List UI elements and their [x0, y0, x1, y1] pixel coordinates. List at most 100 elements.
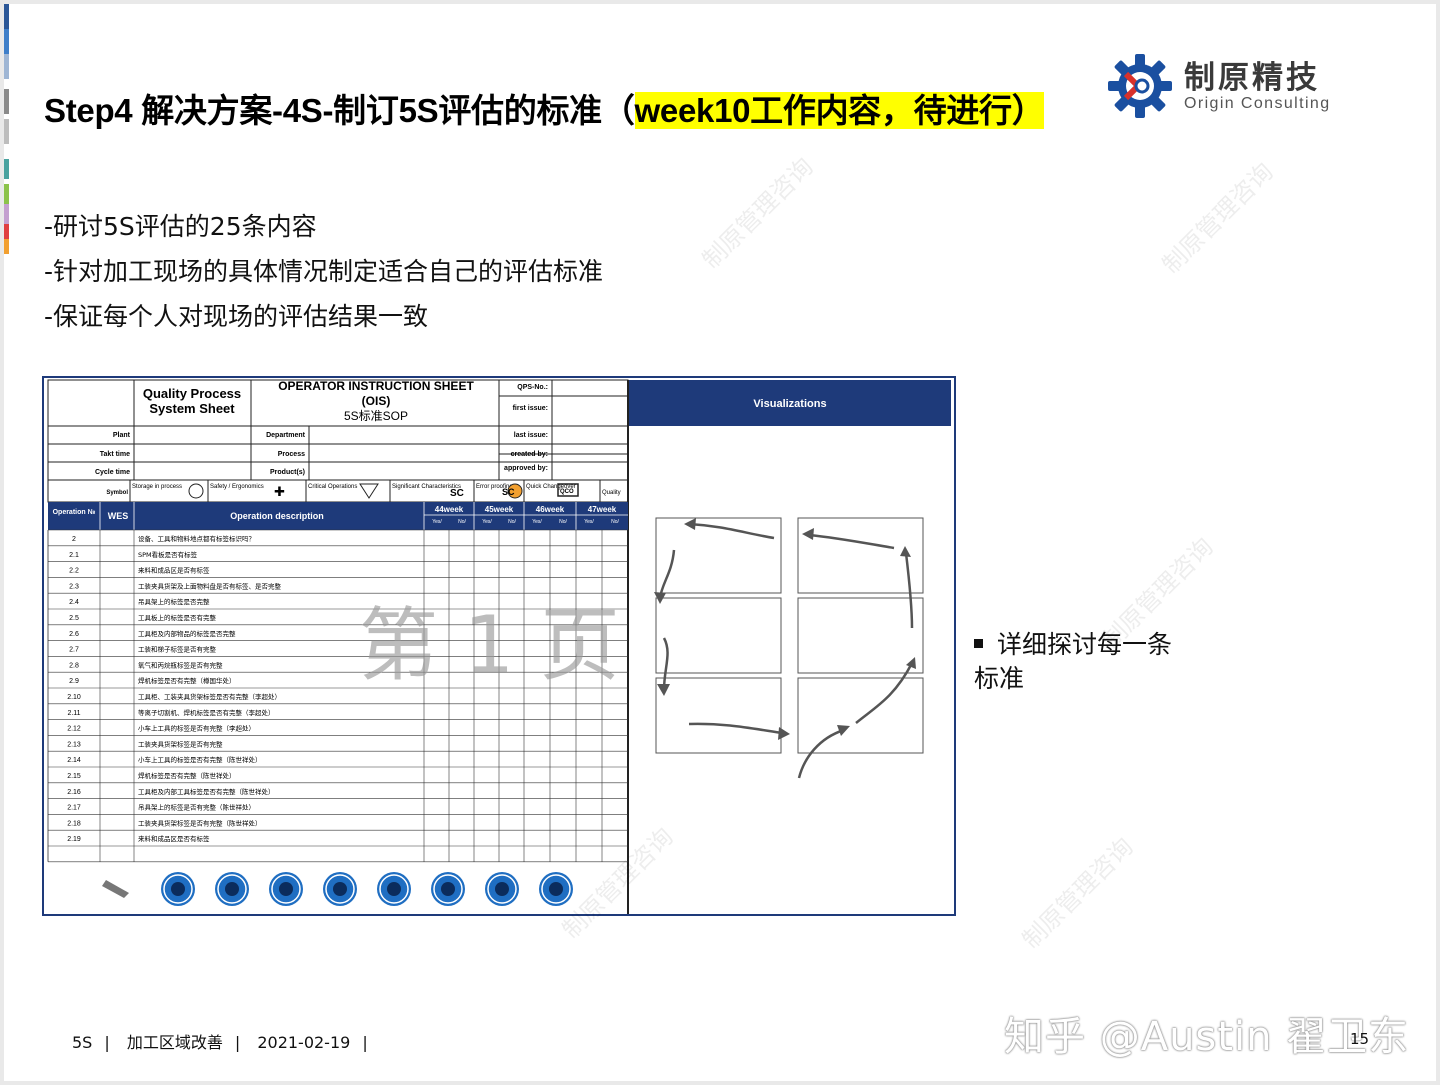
- row-number: 2: [72, 536, 76, 543]
- row-number: 2.1: [69, 552, 79, 559]
- page-mark: 第 1 页: [358, 599, 620, 692]
- row-description: 小车上工具的标签是否有完整（陈世祥处）: [138, 755, 262, 764]
- legend-critical: Critical Operations: [308, 484, 357, 490]
- row-description: 焊机标签是否有完整（樽国华处）: [138, 676, 236, 685]
- bullet-item: -保证每个人对现场的评估结果一致: [44, 302, 429, 331]
- sheet-created-by: created by:: [511, 451, 548, 458]
- edge-color-bar: [4, 204, 9, 224]
- sheet-system-sheet: System Sheet: [149, 401, 235, 416]
- edge-color-bar: [4, 29, 9, 54]
- row-description: 工装夹具货架标签是否有完整: [138, 739, 223, 748]
- edge-color-bar: [4, 159, 9, 179]
- row-number: 2.8: [69, 662, 79, 669]
- slide: Step4 解决方案-4S-制订5S评估的标准（week10工作内容，待进行） …: [4, 4, 1436, 1081]
- watermark-text: 制原管理咨询: [1016, 832, 1139, 955]
- row-number: 2.3: [69, 583, 79, 590]
- sheet-process: Process: [278, 451, 305, 458]
- mask-icon: [539, 872, 573, 906]
- footer-item: 2021-02-19: [257, 1033, 351, 1052]
- row-description: 吊具架上的标签是否有完整（陈世祥处）: [138, 803, 255, 812]
- sheet-qps-no: QPS-No.:: [517, 384, 548, 391]
- overalls-icon: [431, 872, 465, 906]
- sheet-ois-abbr: (OIS): [362, 394, 391, 408]
- col-yes: Yes/: [432, 519, 442, 525]
- row-description: 来料和成品区是否有标签: [138, 834, 210, 843]
- footer: 5S | 加工区域改善 | 2021-02-19 |: [72, 1033, 368, 1052]
- goggles-icon: [161, 872, 195, 906]
- row-number: 2.10: [67, 694, 81, 701]
- row-description: 工具柜、工装夹具货架标签是否有完整（李超处）: [138, 692, 281, 701]
- row-number: 2.9: [69, 678, 79, 685]
- row-number: 2.15: [67, 773, 81, 780]
- row-description: 工具柜及内部工具标签是否有完整（陈世祥处）: [138, 787, 275, 796]
- gloves-icon: [269, 872, 303, 906]
- edge-color-bar: [4, 4, 9, 29]
- row-description: 工具板上的标签是否有完整: [138, 613, 217, 622]
- edge-color-bar: [4, 239, 9, 254]
- col-week-47: 47week: [588, 505, 617, 514]
- col-week-46: 46week: [536, 505, 565, 514]
- row-number: 2.5: [69, 615, 79, 622]
- col-week-45: 45week: [485, 505, 514, 514]
- company-logo: 制原精技 Origin Consulting: [1104, 50, 1354, 126]
- sheet-products: Product(s): [270, 469, 305, 476]
- slide-title: Step4 解决方案-4S-制订5S评估的标准（week10工作内容，待进行）: [44, 84, 1045, 132]
- edge-color-bar: [4, 119, 9, 144]
- visualizations-title: Visualizations: [753, 398, 826, 410]
- row-description: 吊具架上的标签是否完整: [138, 597, 210, 606]
- watermark-text: 制原管理咨询: [1156, 157, 1279, 280]
- row-number: 2.19: [67, 836, 81, 843]
- logo-cn-text: 制原精技: [1184, 60, 1320, 96]
- row-number: 2.14: [67, 757, 81, 764]
- row-number: 2.12: [67, 726, 81, 733]
- sheet-approved-by: approved by:: [504, 465, 548, 472]
- ear-protection-icon: [323, 872, 357, 906]
- sheet-first-issue: first issue:: [513, 405, 548, 412]
- bullet-item: -研讨5S评估的25条内容: [44, 212, 317, 241]
- sheet-quality-process: Quality Process: [143, 386, 241, 401]
- row-description: 工具柜及内部物品的标签是否完整: [138, 629, 236, 638]
- row-description: 氧气和丙烷瓶标签是否有完整: [138, 660, 223, 669]
- row-description: SPM看板是否有标签: [138, 550, 198, 559]
- col-no: No/: [559, 519, 567, 525]
- sheet-takt: Takt time: [100, 451, 130, 458]
- row-number: 2.11: [67, 710, 80, 717]
- sheet-plant: Plant: [113, 432, 131, 439]
- col-yes: Yes/: [532, 519, 542, 525]
- col-no: No/: [508, 519, 516, 525]
- footer-item: 加工区域改善: [126, 1033, 223, 1052]
- col-week-44: 44week: [435, 505, 464, 514]
- edge-color-bar: [4, 54, 9, 79]
- sheet-last-issue: last issue:: [514, 432, 548, 439]
- row-number: 2.2: [69, 568, 79, 575]
- ois-sheet: Quality Process System Sheet OPERATOR IN…: [44, 378, 954, 914]
- title-main: Step4 解决方案-4S-制订5S评估的标准（: [44, 92, 635, 129]
- boots-icon: [215, 872, 249, 906]
- row-number: 2.16: [67, 789, 81, 796]
- row-description: 来料和成品区是否有标签: [138, 566, 210, 575]
- ppe-icon-row: [102, 872, 573, 906]
- col-yes: Yes/: [584, 519, 594, 525]
- title-highlight: week10工作内容，待进行）: [634, 92, 1045, 129]
- row-number: 2.18: [67, 820, 81, 827]
- bullet-list: -研讨5S评估的25条内容 -针对加工现场的具体情况制定适合自己的评估标准 -保…: [44, 204, 603, 339]
- footer-item: 5S: [72, 1033, 93, 1052]
- sheet-symbol: Symbol: [106, 490, 128, 496]
- bullet-square-icon: [974, 638, 983, 648]
- row-description: 小车上工具的标签是否有完整（李超处）: [138, 724, 255, 733]
- row-description: 工装夹具货架标签是否有完整（陈世祥处）: [138, 818, 262, 827]
- gear-icon: [1108, 54, 1172, 118]
- row-number: 2.13: [67, 741, 81, 748]
- side-note: 详细探讨每一条标准: [974, 628, 1174, 696]
- row-number: 2.6: [69, 631, 79, 638]
- page-number: 15: [1350, 1030, 1370, 1048]
- sheet-department: Department: [266, 432, 306, 439]
- row-number: 2.17: [67, 805, 81, 812]
- sheet-ois-sub: 5S标准SOP: [344, 409, 408, 423]
- col-operation-no: Operation №: [53, 508, 96, 516]
- legend-quality: Quality: [602, 490, 621, 496]
- helmet-icon: [485, 872, 519, 906]
- sheet-cycle: Cycle time: [95, 469, 130, 476]
- bullet-item: -针对加工现场的具体情况制定适合自己的评估标准: [44, 257, 604, 286]
- legend-sc2-mark: SC: [502, 487, 515, 497]
